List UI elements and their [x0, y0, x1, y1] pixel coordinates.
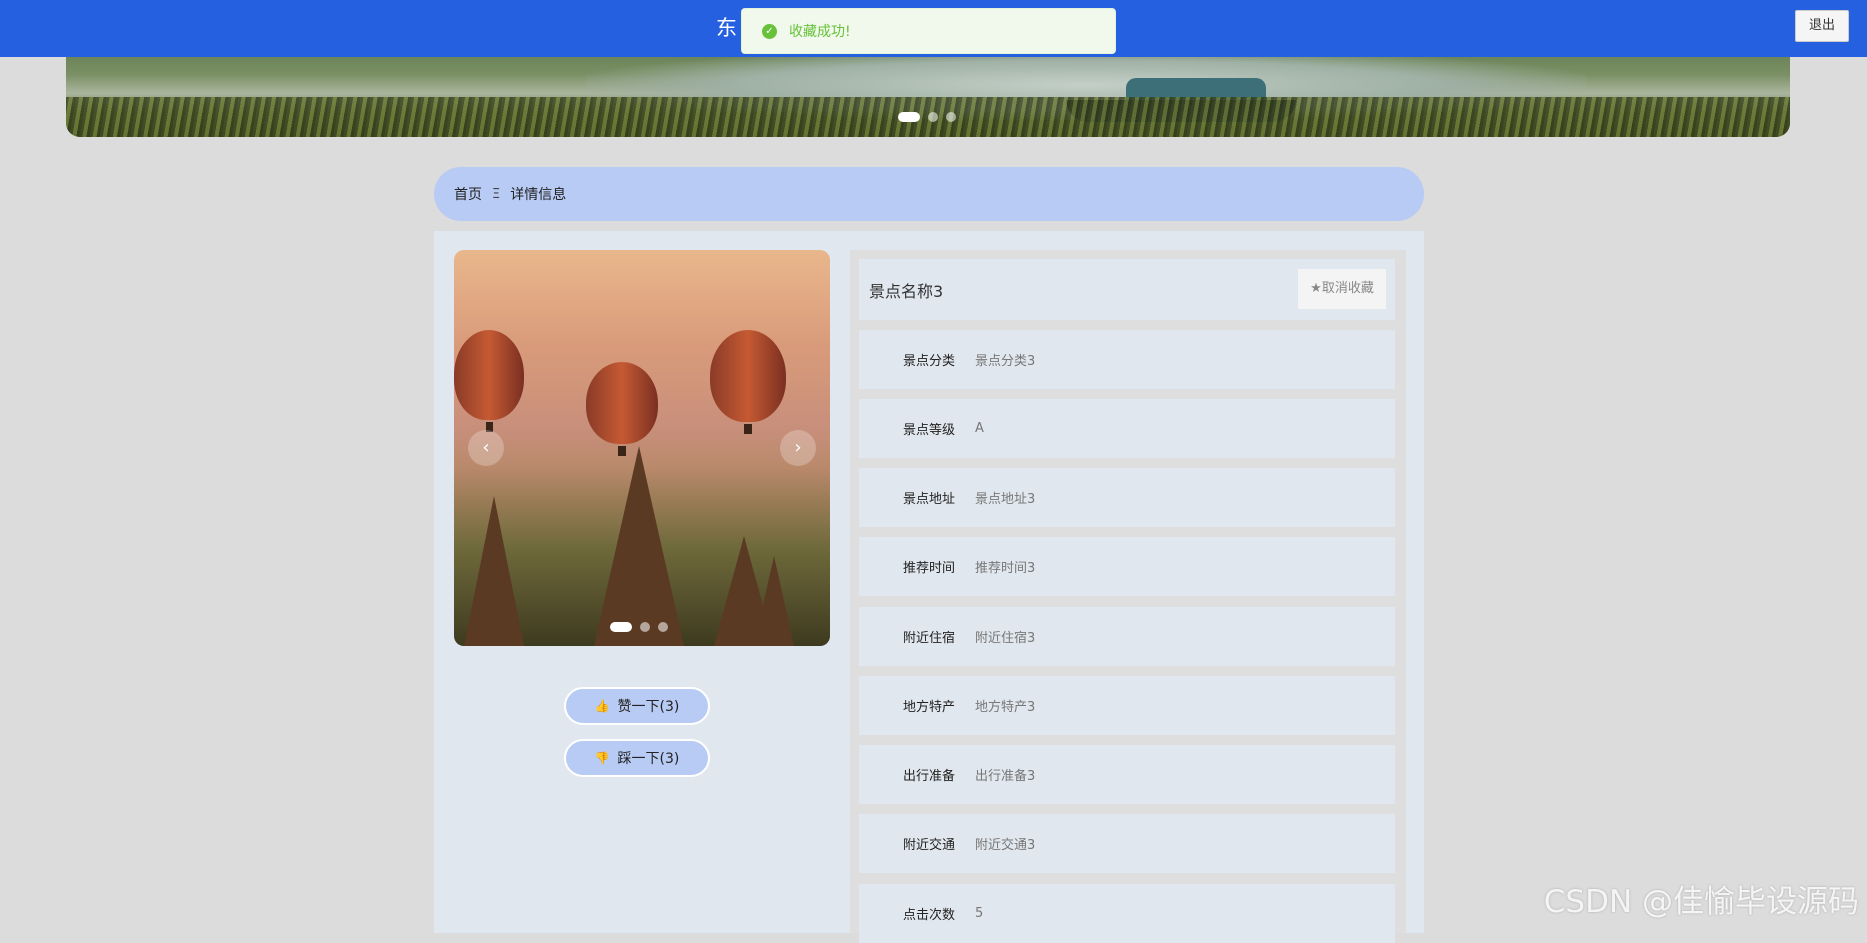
field-value: 推荐时间3	[975, 561, 1036, 576]
breadcrumb-separator-icon: Ξ	[492, 186, 501, 202]
field-row-level: 景点等级 A	[859, 399, 1395, 458]
temple-image	[464, 496, 524, 646]
detail-panel: 景点名称3 ★取消收藏 景点分类 景点分类3 景点等级 A 景点地址 景点地址3…	[850, 250, 1406, 943]
breadcrumb: 首页 Ξ 详情信息	[434, 167, 1424, 221]
field-label: 附近交通	[902, 838, 955, 853]
field-value: 附近住宿3	[975, 631, 1036, 646]
detail-title-row: 景点名称3 ★取消收藏	[859, 259, 1395, 320]
carousel-next-button[interactable]: ›	[780, 430, 816, 466]
balloon-image	[710, 330, 786, 434]
field-label: 出行准备	[902, 769, 955, 784]
field-value: A	[975, 421, 984, 436]
field-value: 5	[975, 906, 984, 921]
temple-image	[754, 556, 794, 646]
field-label: 附近住宿	[902, 631, 955, 646]
field-row-recommended-time: 推荐时间 推荐时间3	[859, 537, 1395, 596]
field-label: 景点地址	[902, 492, 955, 507]
field-row-address: 景点地址 景点地址3	[859, 468, 1395, 527]
unfavorite-button[interactable]: ★取消收藏	[1298, 269, 1386, 309]
field-value: 景点地址3	[975, 492, 1036, 507]
success-toast: ✓ 收藏成功!	[741, 8, 1116, 54]
dislike-label: 踩一下(3)	[617, 751, 680, 767]
watermark: CSDN @佳愉毕设源码	[1543, 884, 1859, 920]
toast-message: 收藏成功!	[789, 24, 851, 40]
carousel-dot-2[interactable]	[928, 112, 938, 122]
thumbs-down-icon: 👎	[594, 751, 610, 765]
field-value: 地方特产3	[975, 700, 1036, 715]
field-label: 地方特产	[902, 700, 955, 715]
carousel-dot-3[interactable]	[946, 112, 956, 122]
field-row-nearby-lodging: 附近住宿 附近住宿3	[859, 607, 1395, 666]
field-value: 出行准备3	[975, 769, 1036, 784]
field-value: 景点分类3	[975, 354, 1036, 369]
image-carousel[interactable]: ‹ ›	[454, 250, 830, 646]
carousel-dot-2[interactable]	[640, 622, 650, 632]
detail-content: ‹ › 👍 赞一下(3) 👎 踩一下(3) 景点名称3 ★取消收藏 景点分类 景…	[434, 231, 1424, 943]
field-label: 景点分类	[902, 354, 955, 369]
breadcrumb-home[interactable]: 首页	[454, 184, 482, 204]
dislike-button[interactable]: 👎 踩一下(3)	[564, 739, 710, 777]
field-row-click-count: 点击次数 5	[859, 884, 1395, 943]
site-title: 东	[716, 16, 737, 40]
breadcrumb-current: 详情信息	[510, 187, 567, 203]
temple-image	[594, 446, 684, 646]
field-row-nearby-transport: 附近交通 附近交通3	[859, 814, 1395, 873]
thumbs-up-icon: 👍	[594, 699, 610, 713]
field-value: 附近交通3	[975, 838, 1036, 853]
balloon-image	[586, 362, 658, 456]
field-row-category: 景点分类 景点分类3	[859, 330, 1395, 389]
like-label: 赞一下(3)	[617, 699, 680, 715]
field-row-local-specialty: 地方特产 地方特产3	[859, 676, 1395, 735]
attraction-name: 景点名称3	[869, 281, 944, 301]
gallery-carousel-indicators	[610, 622, 668, 632]
carousel-prev-button[interactable]: ‹	[468, 430, 504, 466]
carousel-dot-1[interactable]	[898, 112, 920, 122]
carousel-dot-3[interactable]	[658, 622, 668, 632]
field-label: 景点等级	[902, 423, 955, 438]
field-label: 点击次数	[902, 908, 955, 923]
balloon-image	[454, 330, 524, 432]
field-row-travel-preparation: 出行准备 出行准备3	[859, 745, 1395, 804]
like-button[interactable]: 👍 赞一下(3)	[564, 687, 710, 725]
carousel-dot-1[interactable]	[610, 622, 632, 632]
field-label: 推荐时间	[902, 561, 955, 576]
logout-button[interactable]: 退出	[1795, 10, 1849, 42]
check-circle-icon: ✓	[762, 23, 777, 39]
banner-carousel-indicators	[898, 112, 956, 122]
